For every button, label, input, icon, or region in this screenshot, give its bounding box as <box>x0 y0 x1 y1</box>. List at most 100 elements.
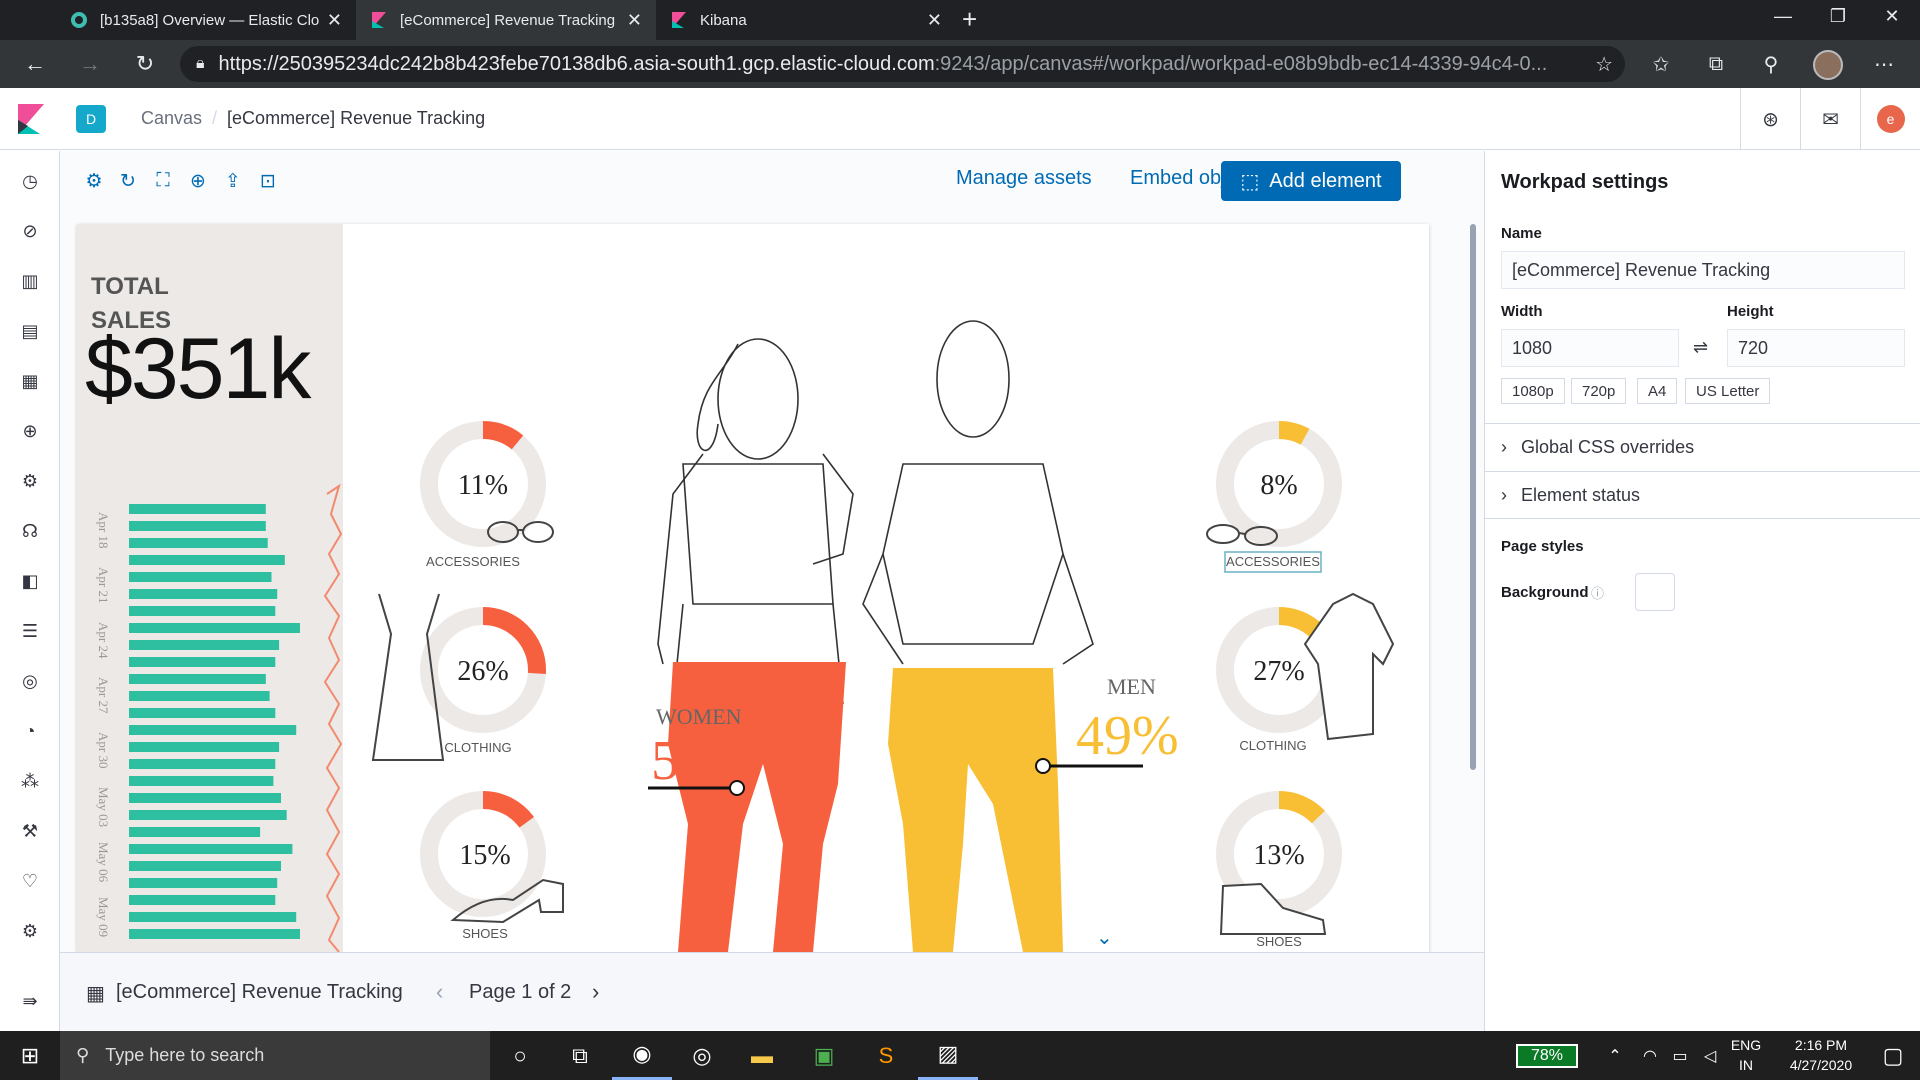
preset-a4-button[interactable]: A4 <box>1637 378 1678 404</box>
height-field[interactable]: 720 <box>1727 329 1905 367</box>
men-clothing-donut: 27% CLOTHING <box>1216 592 1395 753</box>
preset-us-letter-button[interactable]: US Letter <box>1685 378 1771 404</box>
language-indicator[interactable]: ENG IN <box>1726 1035 1766 1075</box>
sales-bar <box>129 725 297 735</box>
minimize-icon[interactable]: — <box>1755 0 1811 32</box>
women-clothing-donut: 26% CLOTHING <box>371 593 546 761</box>
discover-icon[interactable]: ⊘ <box>18 219 42 243</box>
lock-icon[interactable]: ⊡ <box>256 169 280 193</box>
breadcrumb-canvas[interactable]: Canvas <box>141 108 202 129</box>
close-icon[interactable]: ✕ <box>927 10 942 31</box>
collections-icon[interactable]: ⧉ <box>1700 48 1732 80</box>
fullscreen-icon[interactable]: ⛶ <box>151 169 175 193</box>
more-icon[interactable]: ⋯ <box>1868 48 1900 80</box>
pages-grid-icon[interactable]: ▦ <box>86 981 105 1006</box>
zoom-icon[interactable]: ⊕ <box>186 169 210 193</box>
preset-1080p-button[interactable]: 1080p <box>1501 378 1565 404</box>
excel-icon[interactable]: ▣ <box>794 1031 854 1080</box>
space-avatar[interactable]: D <box>76 105 106 133</box>
clock[interactable]: 2:16 PM 4/27/2020 <box>1776 1035 1866 1075</box>
dress-icon <box>371 593 445 761</box>
favorites-icon[interactable]: ✩ <box>1645 48 1677 80</box>
profile-avatar[interactable] <box>1813 50 1843 80</box>
region: IN <box>1739 1057 1753 1073</box>
visualize-icon[interactable]: ▥ <box>18 269 42 293</box>
kibana-logo-icon[interactable] <box>18 104 44 134</box>
maximize-icon[interactable]: ❐ <box>1810 0 1866 32</box>
close-icon[interactable]: ✕ <box>627 10 642 31</box>
graph-icon[interactable]: ⁂ <box>18 769 42 793</box>
share-icon[interactable]: ⚲ <box>1755 48 1787 80</box>
window-close-icon[interactable]: ✕ <box>1864 0 1920 32</box>
monitoring-icon[interactable]: ♡ <box>18 869 42 893</box>
search-placeholder: Type here to search <box>105 1045 265 1065</box>
close-icon[interactable]: ✕ <box>327 10 342 31</box>
dev-tools-icon[interactable]: ⚒ <box>18 819 42 843</box>
volume-icon[interactable]: ◁ <box>1690 1031 1730 1080</box>
maps-icon[interactable]: ⊕ <box>18 419 42 443</box>
help-icon[interactable]: ⊛ <box>1740 88 1800 150</box>
sales-bar <box>129 708 276 718</box>
settings-icon[interactable]: ⚙ <box>82 169 106 193</box>
ml-icon[interactable]: ⚙ <box>18 469 42 493</box>
element-status-accordion[interactable]: › Element status <box>1485 471 1920 519</box>
add-element-button[interactable]: ⬚ Add element <box>1221 161 1401 201</box>
recent-icon[interactable]: ◷ <box>18 169 42 193</box>
task-view-icon[interactable]: ⧉ <box>550 1031 610 1080</box>
manage-assets-button[interactable]: Manage assets <box>956 167 1092 190</box>
uptime-icon[interactable]: ◎ <box>18 669 42 693</box>
newsfeed-icon[interactable]: ✉ <box>1800 88 1860 150</box>
sublime-icon[interactable]: S <box>856 1031 916 1080</box>
forward-icon[interactable]: → <box>70 40 110 88</box>
management-icon[interactable]: ⚙ <box>18 919 42 943</box>
siem-icon[interactable]: ◔ <box>18 719 42 743</box>
next-page-icon[interactable]: › <box>592 979 599 1005</box>
notifications-icon[interactable]: ▢ <box>1866 1031 1920 1080</box>
preset-720p-button[interactable]: 720p <box>1571 378 1627 404</box>
donut-label: SHOES <box>1256 934 1302 949</box>
workspace-scrollbar[interactable] <box>1470 224 1476 770</box>
sales-bar <box>129 640 280 650</box>
tab-kibana[interactable]: Kibana ✕ <box>656 0 956 40</box>
global-css-accordion[interactable]: › Global CSS overrides <box>1485 423 1920 471</box>
width-label: Width <box>1501 303 1543 320</box>
user-menu[interactable]: e <box>1860 88 1920 150</box>
workpad-page[interactable]: TOTAL SALES $351k Apr 18 Apr 21 Apr 24 Apr … <box>77 224 1429 952</box>
canvas-icon[interactable]: ▦ <box>18 369 42 393</box>
back-icon[interactable]: ← <box>15 40 55 88</box>
swap-dimensions-icon[interactable]: ⇌ <box>1693 337 1708 358</box>
file-explorer-icon[interactable]: ▬ <box>732 1031 792 1080</box>
logs-icon[interactable]: ◧ <box>18 569 42 593</box>
collapse-nav-icon[interactable]: ⇛ <box>18 989 42 1013</box>
name-field[interactable]: [eCommerce] Revenue Tracking <box>1501 251 1905 289</box>
sales-bar <box>129 538 268 548</box>
taskbar-search[interactable]: ⚲ Type here to search <box>60 1031 490 1080</box>
app-icon[interactable]: ▨ <box>918 1031 978 1080</box>
edge-icon[interactable]: ◉ <box>612 1031 672 1080</box>
donut-pct: 15% <box>459 840 510 871</box>
tab-elastic-overview[interactable]: [b135a8] Overview — Elastic Clo ✕ <box>56 0 356 40</box>
star-icon[interactable]: ☆ <box>1595 52 1613 77</box>
refresh-icon[interactable]: ↻ <box>116 169 140 193</box>
metrics-icon[interactable]: ☊ <box>18 519 42 543</box>
user-avatar[interactable]: e <box>1876 105 1905 133</box>
chevron-down-icon[interactable]: ⌄ <box>1096 927 1113 949</box>
background-color-picker[interactable] <box>1635 573 1675 611</box>
gender-illustration: 11% ACCESSORIES 26% CLOTHING 15% SHOES W… <box>371 320 1395 952</box>
apm-icon[interactable]: ☰ <box>18 619 42 643</box>
dashboard-icon[interactable]: ▤ <box>18 319 42 343</box>
new-tab-icon[interactable]: + <box>962 4 977 35</box>
windows-start-icon[interactable]: ⊞ <box>0 1031 60 1080</box>
share-icon[interactable]: ⇪ <box>221 169 245 193</box>
url-field[interactable]: 🔒︎ https://250395234dc242b8b423febe70138… <box>180 46 1625 82</box>
chrome-icon[interactable]: ◎ <box>672 1031 732 1080</box>
tab-revenue-tracking[interactable]: [eCommerce] Revenue Tracking ✕ <box>356 0 656 40</box>
cortana-icon[interactable]: ○ <box>490 1031 550 1080</box>
sales-bar <box>129 589 278 599</box>
women-shoes-donut: 15% SHOES <box>420 791 564 941</box>
tray-chevron-icon[interactable]: ⌃ <box>1595 1031 1635 1080</box>
battery-indicator[interactable]: 78% <box>1516 1044 1578 1068</box>
prev-page-icon[interactable]: ‹ <box>436 979 443 1005</box>
reload-icon[interactable]: ↻ <box>125 40 165 88</box>
width-field[interactable]: 1080 <box>1501 329 1679 367</box>
